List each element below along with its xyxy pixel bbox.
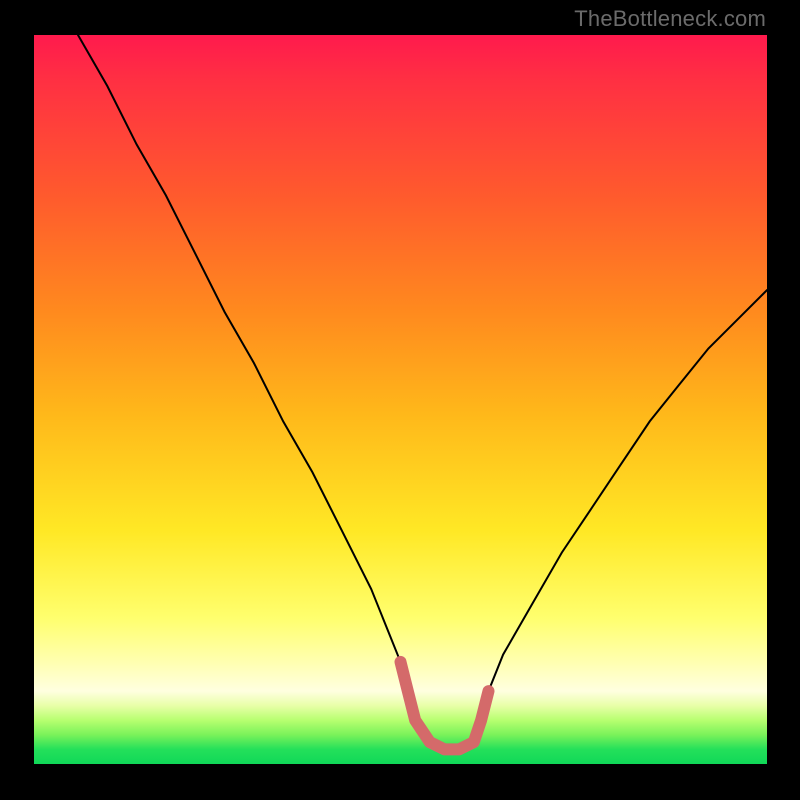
bottleneck-curve-path bbox=[78, 35, 767, 749]
chart-frame: TheBottleneck.com bbox=[0, 0, 800, 800]
watermark-text: TheBottleneck.com bbox=[574, 6, 766, 32]
bottleneck-curve bbox=[78, 35, 767, 749]
optimal-range-marker bbox=[401, 662, 489, 750]
optimal-range-marker-path bbox=[401, 662, 489, 750]
chart-overlay bbox=[34, 35, 767, 764]
